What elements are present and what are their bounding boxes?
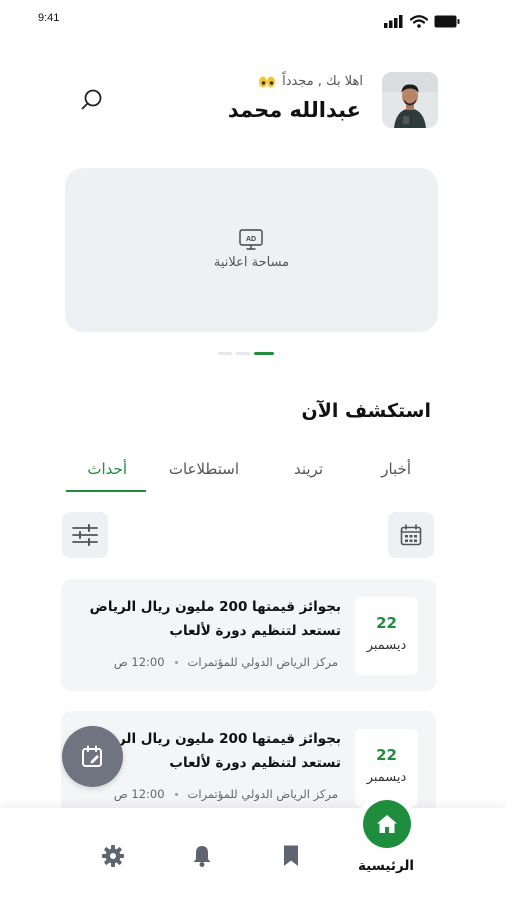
- ad-label: مساحة اعلانية: [213, 255, 290, 270]
- tab-polls[interactable]: استطلاعات: [169, 460, 239, 478]
- user-photo-icon: [382, 72, 438, 128]
- event-meta: مركز الرياض الدولي للمؤتمرات 12:00 ص: [114, 655, 338, 669]
- greeting-row: اهلا بك , مجدداً: [258, 74, 363, 89]
- nav-notifications[interactable]: [188, 842, 216, 870]
- event-title: بجوائز قيمتها 200 مليون ريال الرياض تستع…: [89, 599, 341, 639]
- calendar-icon: [400, 524, 422, 546]
- tab-events[interactable]: أحداث: [87, 460, 127, 478]
- carousel-dot[interactable]: [236, 352, 250, 355]
- event-meta: مركز الرياض الدولي للمؤتمرات 12:00 ص: [114, 787, 338, 801]
- event-date: 22 ديسمبر: [355, 597, 418, 675]
- username: عبدالله محمد: [227, 98, 361, 122]
- event-location: مركز الرياض الدولي للمؤتمرات: [187, 655, 338, 669]
- event-day: 22: [376, 746, 397, 764]
- status-time: 9:41: [38, 12, 60, 24]
- ad-icon: AD: [239, 229, 263, 255]
- event-location: مركز الرياض الدولي للمؤتمرات: [187, 787, 338, 801]
- calendar-add-icon: [81, 745, 102, 767]
- carousel-indicator: [218, 352, 274, 355]
- tab-trend[interactable]: تريند: [294, 460, 323, 478]
- event-time: 12:00 ص: [113, 655, 165, 669]
- nav-bookmarks[interactable]: [277, 842, 305, 870]
- section-title: استكشف الآن: [301, 400, 431, 422]
- event-date: 22 ديسمبر: [355, 729, 418, 807]
- event-time: 12:00 ص: [113, 787, 165, 801]
- event-month: ديسمبر: [366, 770, 407, 785]
- calendar-button[interactable]: [388, 512, 434, 558]
- event-card[interactable]: 22 ديسمبر بجوائز قيمتها 200 مليون ريال ا…: [61, 579, 436, 691]
- event-month: ديسمبر: [366, 638, 407, 653]
- tab-bar: أخبار تريند استطلاعات أحداث: [60, 452, 435, 492]
- status-icons: [384, 15, 460, 28]
- carousel-dot-active[interactable]: [254, 352, 274, 355]
- tab-active-indicator: [66, 490, 146, 492]
- search-icon: [81, 89, 102, 110]
- nav-settings[interactable]: [99, 842, 127, 870]
- nav-home-label[interactable]: الرئيسية: [353, 858, 419, 874]
- event-day: 22: [376, 614, 397, 632]
- separator-dot: [174, 792, 178, 796]
- greeting-text: اهلا بك , مجدداً: [282, 74, 363, 89]
- filter-button[interactable]: [62, 512, 108, 558]
- bottom-navigation: [0, 808, 507, 900]
- bookmark-icon: [284, 845, 298, 866]
- add-event-button[interactable]: [62, 726, 123, 787]
- avatar[interactable]: [382, 72, 438, 128]
- home-icon: [377, 815, 397, 833]
- nav-home[interactable]: [363, 800, 411, 848]
- tab-news[interactable]: أخبار: [381, 460, 411, 478]
- separator-dot: [174, 660, 178, 664]
- carousel-dot[interactable]: [218, 352, 232, 355]
- ad-icon-text: AD: [246, 236, 256, 243]
- search-button[interactable]: [78, 86, 106, 114]
- sliders-icon: [72, 524, 98, 546]
- bell-icon: [193, 846, 211, 867]
- eyes-emoji-icon: [259, 76, 276, 87]
- wifi-icon: [410, 15, 428, 28]
- battery-icon: [434, 15, 460, 28]
- signal-icon: [384, 15, 403, 28]
- gear-icon: [102, 845, 124, 867]
